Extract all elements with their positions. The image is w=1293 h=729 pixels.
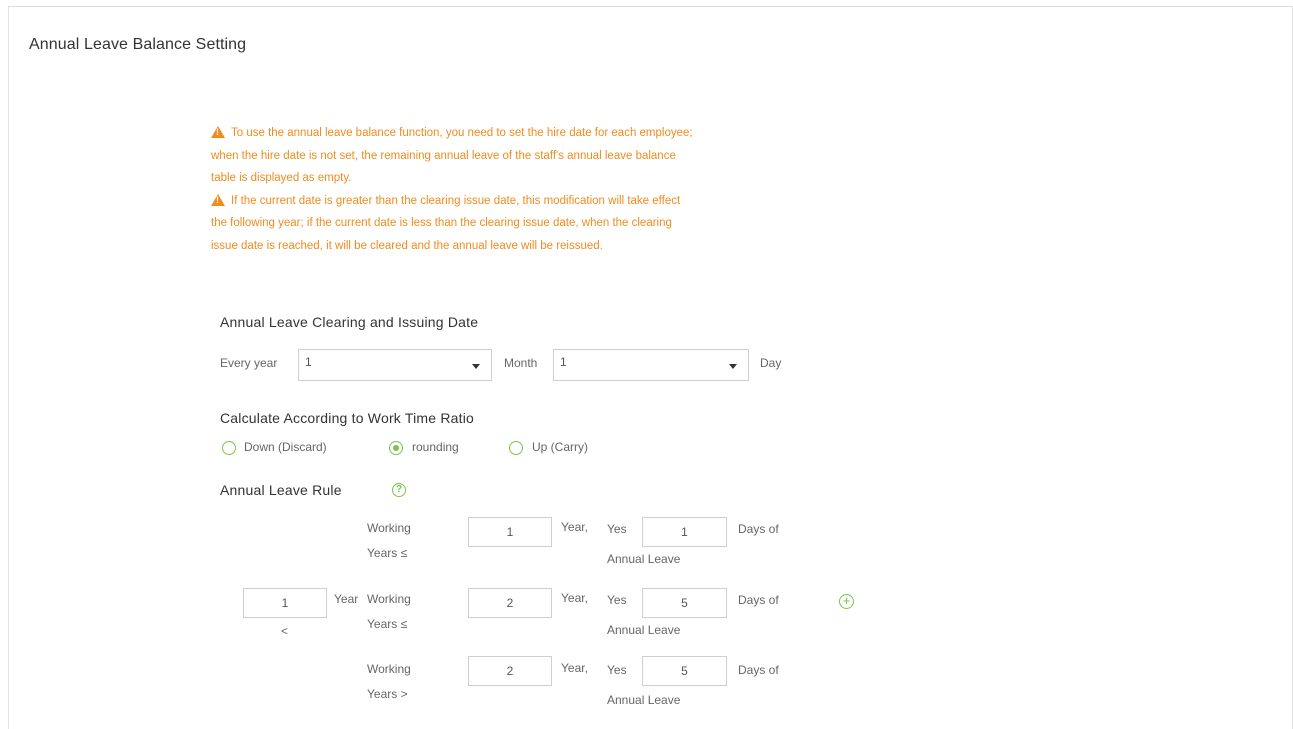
radio-up-carry[interactable] <box>509 441 523 455</box>
years-input[interactable]: 2 <box>468 588 552 618</box>
years-input[interactable]: 1 <box>468 517 552 547</box>
notice-paragraph-1: To use the annual leave balance function… <box>211 122 861 190</box>
radio-label-rounding: rounding <box>412 440 459 454</box>
working-label: Working <box>367 662 411 676</box>
days-input[interactable]: 5 <box>642 656 727 686</box>
year-label: Year, <box>561 591 588 605</box>
every-year-label: Every year <box>220 356 278 370</box>
less-than-symbol: < <box>281 624 289 638</box>
days-input[interactable]: 1 <box>642 517 727 547</box>
yes-label: Yes <box>607 522 627 536</box>
years-compare-label: Years > <box>367 687 408 701</box>
warning-icon <box>211 126 225 138</box>
days-of-label: Days of <box>738 593 779 607</box>
yes-label: Yes <box>607 663 627 677</box>
month-select[interactable]: 1 <box>298 349 492 381</box>
notice-line: the following year; if the current date … <box>211 217 672 229</box>
plus-circle-icon[interactable]: + <box>839 594 854 609</box>
warning-icon <box>211 193 225 206</box>
clearing-section-title: Annual Leave Clearing and Issuing Date <box>220 314 479 330</box>
annual-leave-label: Annual Leave <box>607 552 681 566</box>
day-select[interactable]: 1 <box>553 349 749 381</box>
chevron-down-icon <box>472 364 480 369</box>
working-label: Working <box>367 592 411 606</box>
days-of-label: Days of <box>738 522 779 536</box>
page-title: Annual Leave Balance Setting <box>29 36 247 53</box>
days-of-label: Days of <box>738 663 779 677</box>
year-label: Year, <box>561 520 588 534</box>
notice-line: issue date is reached, it will be cleare… <box>211 239 603 252</box>
from-year-suffix: Year <box>334 592 359 606</box>
notice-paragraph-2: If the current date is greater than the … <box>211 190 861 258</box>
radio-rounding[interactable] <box>389 441 403 455</box>
month-select-value: 1 <box>305 355 312 369</box>
from-years-input[interactable]: 1 <box>243 588 327 618</box>
working-label: Working <box>367 521 411 535</box>
year-label: Year, <box>561 661 588 675</box>
annual-leave-label: Annual Leave <box>607 693 681 707</box>
month-label: Month <box>504 356 538 370</box>
notice-line: If the current date is greater than the … <box>231 194 681 207</box>
question-circle-icon[interactable]: ? <box>392 483 406 497</box>
chevron-down-icon <box>729 364 737 369</box>
radio-label-up-carry: Up (Carry) <box>532 440 588 454</box>
rule-section-title: Annual Leave Rule <box>220 482 342 498</box>
years-compare-label: Years ≤ <box>367 546 408 560</box>
years-compare-label: Years ≤ <box>367 617 408 631</box>
ratio-section-title: Calculate According to Work Time Ratio <box>220 410 475 426</box>
notice-block: To use the annual leave balance function… <box>211 122 861 257</box>
annual-leave-label: Annual Leave <box>607 623 681 637</box>
years-input[interactable]: 2 <box>468 656 552 686</box>
notice-line: To use the annual leave balance function… <box>231 127 693 139</box>
notice-line: table is displayed as empty. <box>211 172 352 184</box>
yes-label: Yes <box>607 593 627 607</box>
radio-label-down-discard: Down (Discard) <box>244 440 327 454</box>
notice-line: when the hire date is not set, the remai… <box>211 149 676 162</box>
day-label: Day <box>760 356 782 370</box>
days-input[interactable]: 5 <box>642 588 727 618</box>
radio-down-discard[interactable] <box>222 441 236 455</box>
day-select-value: 1 <box>560 355 567 369</box>
